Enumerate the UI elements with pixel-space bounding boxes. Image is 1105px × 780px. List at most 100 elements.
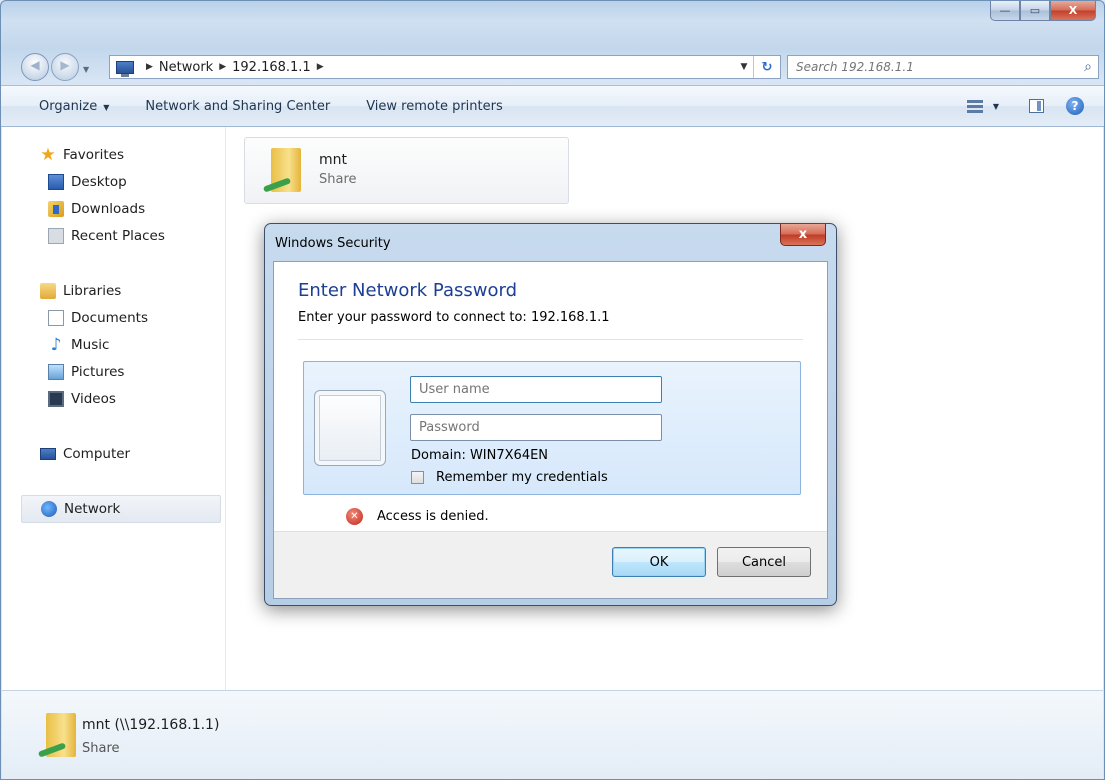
pictures-icon [48, 364, 64, 380]
folder-name: mnt [319, 152, 347, 168]
details-pane: mnt (\\192.168.1.1) Share [2, 690, 1103, 779]
dialog-body: Enter Network Password Enter your passwo… [273, 261, 828, 599]
recent-places-icon [48, 228, 64, 244]
music-icon: ♪ [50, 335, 62, 355]
shared-folder-icon [262, 146, 311, 196]
dialog-subtitle: Enter your password to connect to: 192.1… [298, 310, 610, 325]
star-icon: ★ [40, 145, 56, 165]
view-remote-printers-button[interactable]: View remote printers [348, 99, 521, 114]
sidebar-item-label: Network [64, 501, 121, 517]
breadcrumb-separator-icon[interactable]: ▶ [219, 62, 226, 72]
sidebar-item-label: Videos [71, 391, 116, 407]
cancel-button[interactable]: Cancel [717, 547, 811, 577]
sidebar-item-label: Recent Places [71, 228, 165, 244]
username-field[interactable] [410, 376, 662, 403]
address-bar[interactable]: ▶ Network ▶ 192.168.1.1 ▶ ▼ ↻ [109, 55, 781, 79]
back-button[interactable]: ◀ [21, 53, 49, 81]
refresh-icon[interactable]: ↻ [753, 56, 780, 78]
address-dropdown-icon[interactable]: ▼ [735, 62, 753, 72]
organize-menu[interactable]: Organize ▼ [1, 99, 127, 114]
sidebar-item-favorites[interactable]: ★ Favorites [40, 145, 124, 165]
navigation-pane: ★ Favorites Desktop Downloads Recent Plac… [2, 127, 226, 690]
sidebar-item-network[interactable]: Network [21, 495, 221, 523]
help-icon[interactable]: ? [1066, 97, 1084, 115]
dialog-title: Windows Security [275, 236, 391, 251]
sidebar-item-label: Desktop [71, 174, 127, 190]
shared-folder-icon [37, 711, 86, 761]
sidebar-item-label: Computer [63, 446, 131, 462]
folder-type: Share [319, 172, 357, 187]
sidebar-item-pictures[interactable]: Pictures [48, 364, 124, 380]
sidebar-item-computer[interactable]: Computer [40, 446, 130, 462]
address-controls: ▼ ↻ [735, 56, 780, 78]
sidebar-item-desktop[interactable]: Desktop [48, 174, 127, 190]
remember-checkbox[interactable] [411, 471, 424, 484]
preview-pane-icon[interactable] [1029, 99, 1044, 113]
close-button[interactable]: X [1050, 1, 1096, 21]
chevron-down-icon: ▼ [103, 102, 110, 112]
windows-security-dialog: Windows Security x Enter Network Passwor… [264, 223, 837, 606]
remember-label: Remember my credentials [436, 470, 608, 485]
chevron-down-icon[interactable]: ▼ [993, 102, 999, 111]
sidebar-item-label: Music [71, 337, 110, 353]
command-bar: Organize ▼ Network and Sharing Center Vie… [1, 85, 1104, 127]
change-view-icon[interactable] [966, 99, 983, 113]
details-name: mnt (\\192.168.1.1) [82, 717, 220, 733]
sidebar-item-videos[interactable]: Videos [48, 391, 116, 407]
error-message: ✕ Access is denied. [346, 508, 489, 525]
error-text: Access is denied. [377, 509, 489, 524]
divider [298, 339, 803, 340]
search-icon[interactable]: ⌕ [1078, 59, 1098, 75]
breadcrumb-host[interactable]: 192.168.1.1 [232, 60, 311, 75]
network-location-icon [116, 60, 134, 77]
sidebar-item-recent-places[interactable]: Recent Places [48, 228, 165, 244]
remember-credentials[interactable]: Remember my credentials [411, 470, 608, 485]
search-box[interactable]: ⌕ [787, 55, 1099, 79]
libraries-icon [40, 283, 56, 299]
desktop-icon [48, 174, 64, 190]
ok-button[interactable]: OK [612, 547, 706, 577]
title-bar[interactable]: — ▭ X [1, 1, 1104, 45]
dialog-close-button[interactable]: x [780, 224, 826, 246]
details-type: Share [82, 741, 120, 756]
credential-tile[interactable]: Domain: WIN7X64EN Remember my credential… [303, 361, 801, 495]
breadcrumb-separator-icon[interactable]: ▶ [317, 62, 324, 72]
computer-icon [40, 448, 56, 460]
sidebar-item-music[interactable]: ♪ Music [48, 335, 110, 355]
documents-icon [48, 310, 64, 326]
network-icon [41, 501, 57, 517]
explorer-window: — ▭ X ◀ ▶ ▼ ▶ Network ▶ 192.168.1.1 ▶ ▼ … [0, 0, 1105, 780]
forward-button[interactable]: ▶ [51, 53, 79, 81]
sidebar-item-documents[interactable]: Documents [48, 310, 148, 326]
search-input[interactable] [788, 57, 1078, 77]
navigation-bar: ◀ ▶ ▼ ▶ Network ▶ 192.168.1.1 ▶ ▼ ↻ ⌕ [1, 45, 1104, 83]
sidebar-item-label: Downloads [71, 201, 146, 217]
sidebar-item-label: Libraries [63, 283, 122, 299]
back-arrow-icon: ◀ [30, 58, 40, 72]
sidebar-item-libraries[interactable]: Libraries [40, 283, 121, 299]
breadcrumb-separator-icon[interactable]: ▶ [146, 62, 153, 72]
maximize-button[interactable]: ▭ [1020, 1, 1050, 21]
user-avatar-icon [314, 390, 386, 466]
minimize-button[interactable]: — [990, 1, 1020, 21]
sidebar-item-downloads[interactable]: Downloads [48, 201, 145, 217]
sidebar-item-label: Favorites [63, 147, 124, 163]
recent-pages-dropdown[interactable]: ▼ [83, 65, 89, 74]
username-input[interactable] [411, 377, 661, 402]
caption-buttons: — ▭ X [990, 1, 1096, 21]
forward-arrow-icon: ▶ [60, 58, 70, 72]
sidebar-item-label: Pictures [71, 364, 125, 380]
dialog-heading: Enter Network Password [298, 280, 517, 301]
downloads-icon [48, 201, 64, 217]
organize-label: Organize [39, 98, 98, 114]
password-field[interactable] [410, 414, 662, 441]
videos-icon [48, 391, 64, 407]
error-icon: ✕ [346, 508, 363, 525]
domain-label: Domain: WIN7X64EN [411, 448, 549, 463]
breadcrumb-network[interactable]: Network [159, 60, 213, 75]
network-sharing-center-button[interactable]: Network and Sharing Center [127, 99, 348, 114]
shared-folder-tile[interactable]: mnt Share [244, 137, 569, 204]
password-input[interactable] [411, 415, 661, 440]
sidebar-item-label: Documents [71, 310, 148, 326]
dialog-button-bar: OK Cancel [274, 531, 827, 598]
